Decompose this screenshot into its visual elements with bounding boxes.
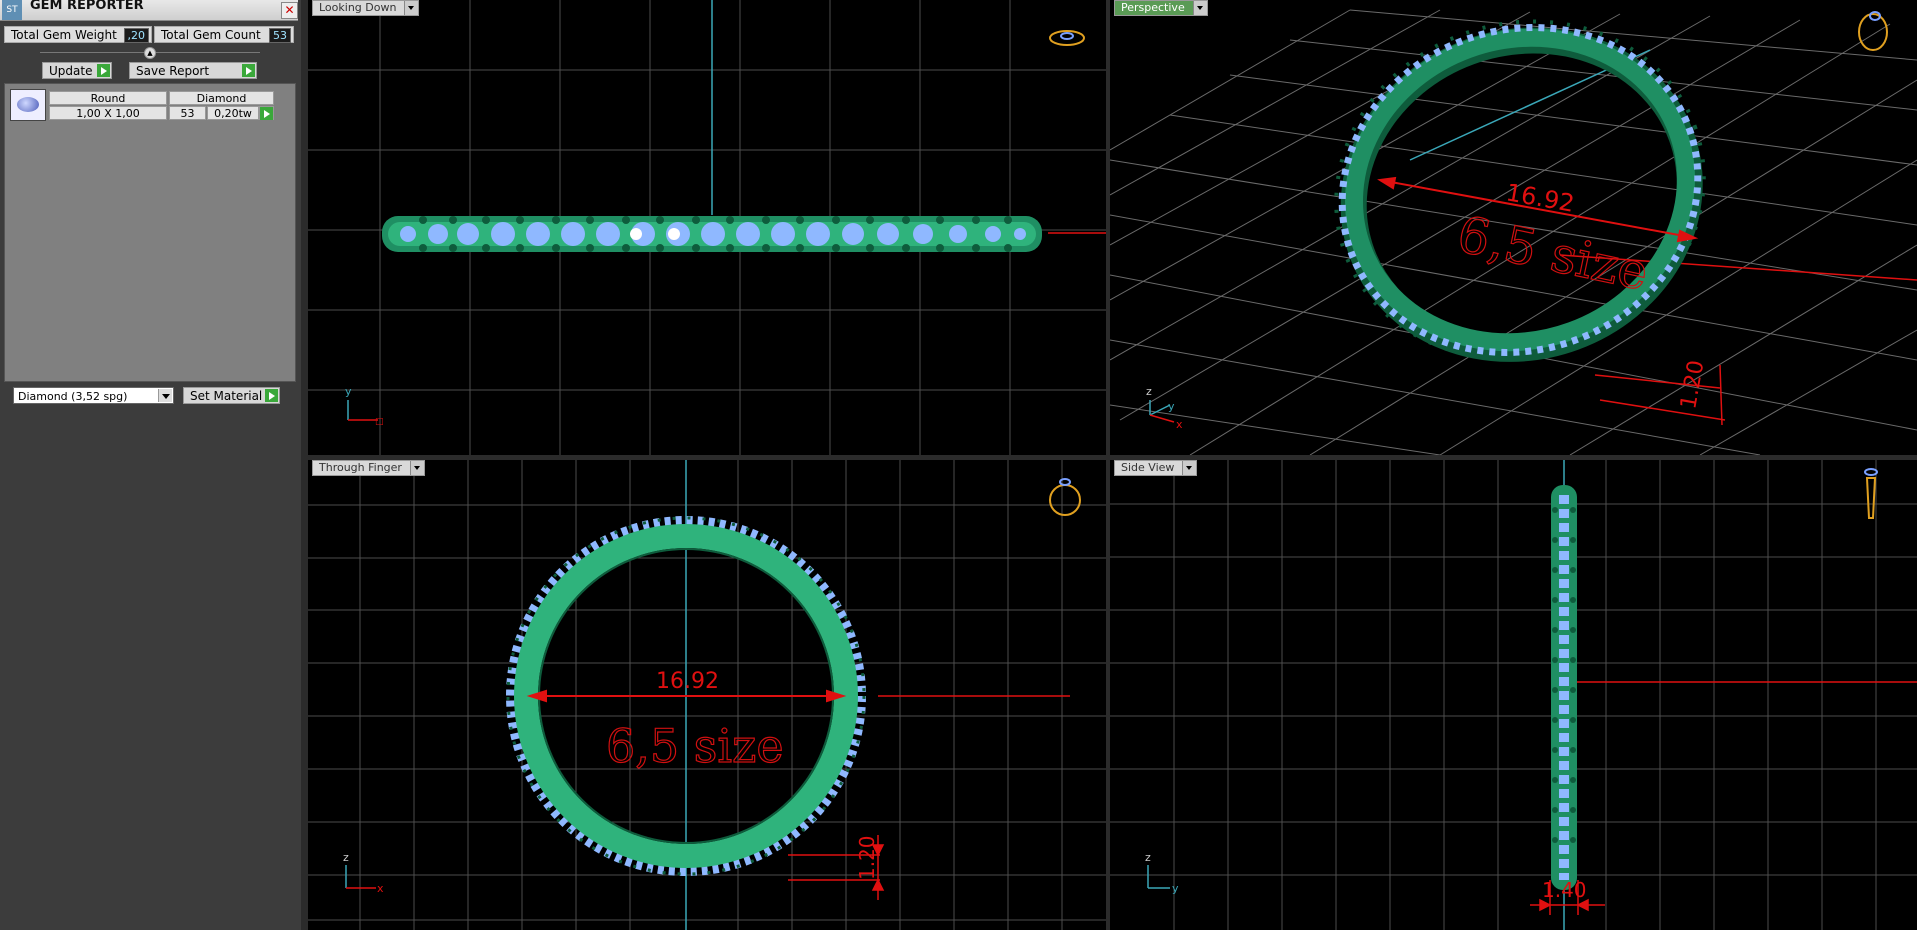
ring-view-icon (1858, 11, 1888, 51)
diameter-value: 16.92 (1504, 178, 1577, 218)
chevron-down-icon[interactable] (409, 461, 424, 475)
gem-weight: 0,20tw (207, 106, 259, 120)
axis-z-label: z (1145, 851, 1151, 864)
axis-x-marker: □ (375, 417, 384, 427)
play-icon (242, 64, 255, 77)
app-logo-icon: ST (2, 0, 22, 20)
gem-row-expand-button[interactable] (259, 106, 274, 120)
play-icon (260, 107, 273, 120)
gem-shape-header: Round (49, 91, 167, 105)
viewport-label-side-view[interactable]: Side View (1114, 460, 1198, 476)
viewport-perspective[interactable]: 16.92 6,5 size 1.20 z y x Perspective (1110, 0, 1917, 455)
chevron-down-icon[interactable] (1192, 1, 1207, 15)
chevron-down-icon[interactable] (1182, 461, 1197, 475)
diameter-value: 16.92 (656, 669, 719, 694)
total-gem-weight-label: Total Gem Weight (11, 28, 117, 42)
viewport-label-text: Looking Down (319, 1, 397, 14)
axis-x-label: x (377, 882, 384, 895)
viewport-through-finger[interactable]: 16.92 6,5 size 1.20 z x Through Finger (308, 460, 1106, 930)
total-gem-count: Total Gem Count 53 (154, 26, 294, 43)
viewport-label-text: Perspective (1121, 1, 1185, 14)
viewport-label-through-finger[interactable]: Through Finger (312, 460, 425, 476)
update-button-label: Update (49, 64, 93, 78)
save-report-button[interactable]: Save Report (129, 62, 257, 79)
axis-gizmo (1147, 865, 1170, 889)
viewport-looking-down[interactable]: y □ Looking Down (308, 0, 1106, 455)
axis-gizmo (347, 400, 378, 421)
gem-row[interactable]: Round Diamond 1,00 X 1,00 53 0,20tw (10, 89, 274, 121)
close-icon[interactable]: ✕ (281, 2, 298, 19)
update-button[interactable]: Update (42, 62, 112, 79)
thickness-value: 1.40 (1542, 878, 1587, 902)
gem-reporter-panel: ST GEM REPORTER ✕ Total Gem Weight ,20 T… (0, 0, 301, 930)
gem-material-header: Diamond (169, 91, 274, 105)
round-gem-icon (10, 89, 46, 121)
axis-gizmo (345, 865, 376, 889)
size-label: 6,5 size (1453, 205, 1654, 302)
through-finger-canvas: 16.92 6,5 size 1.20 z x (308, 460, 1106, 930)
looking-down-canvas: y □ (308, 0, 1106, 455)
viewport-label-text: Through Finger (319, 461, 402, 474)
total-gem-count-label: Total Gem Count (161, 28, 261, 42)
viewport-side-view[interactable]: 1.40 z y Side View (1110, 460, 1917, 930)
gem-size: 1,00 X 1,00 (49, 106, 167, 120)
viewport-label-text: Side View (1121, 461, 1175, 474)
material-select[interactable]: Diamond (3,52 spg) (13, 387, 174, 404)
chevron-down-icon[interactable] (404, 1, 419, 15)
ring-view-icon (1864, 468, 1878, 519)
total-gem-weight-value: ,20 (123, 28, 149, 43)
panel-titlebar: ST GEM REPORTER ✕ (0, 0, 298, 21)
axis-y-label: y (1172, 882, 1179, 895)
total-gem-count-value: 53 (269, 28, 291, 43)
size-label: 6,5 size (606, 719, 784, 773)
side-view-canvas: 1.40 z y (1110, 460, 1917, 930)
ring-view-icon (1049, 30, 1085, 46)
width-value: 1.20 (855, 835, 879, 880)
width-value: 1.20 (1676, 358, 1709, 411)
save-report-button-label: Save Report (136, 64, 210, 78)
viewport-label-looking-down[interactable]: Looking Down (312, 0, 420, 16)
panel-title: GEM REPORTER (30, 0, 144, 13)
material-select-value: Diamond (3,52 spg) (18, 390, 128, 403)
axis-z-label: z (1146, 385, 1152, 398)
axis-y-label: y (1168, 400, 1175, 413)
chevron-down-icon[interactable] (158, 389, 172, 402)
collapse-icon[interactable]: ▲ (144, 47, 156, 59)
viewport-label-perspective[interactable]: Perspective (1114, 0, 1208, 16)
play-icon (265, 389, 278, 402)
axis-x-label: x (1176, 418, 1183, 431)
gem-list: Round Diamond 1,00 X 1,00 53 0,20tw (4, 83, 296, 382)
set-material-button-label: Set Material (190, 389, 263, 403)
perspective-canvas: 16.92 6,5 size 1.20 z y x (1110, 9, 1917, 455)
axis-z-label: z (343, 851, 349, 864)
total-gem-weight: Total Gem Weight ,20 (4, 26, 152, 43)
gem-count: 53 (169, 106, 206, 120)
axis-y-label: y (345, 385, 352, 398)
play-icon (97, 64, 110, 77)
ring-view-icon (1049, 478, 1081, 516)
set-material-button[interactable]: Set Material (183, 387, 280, 404)
